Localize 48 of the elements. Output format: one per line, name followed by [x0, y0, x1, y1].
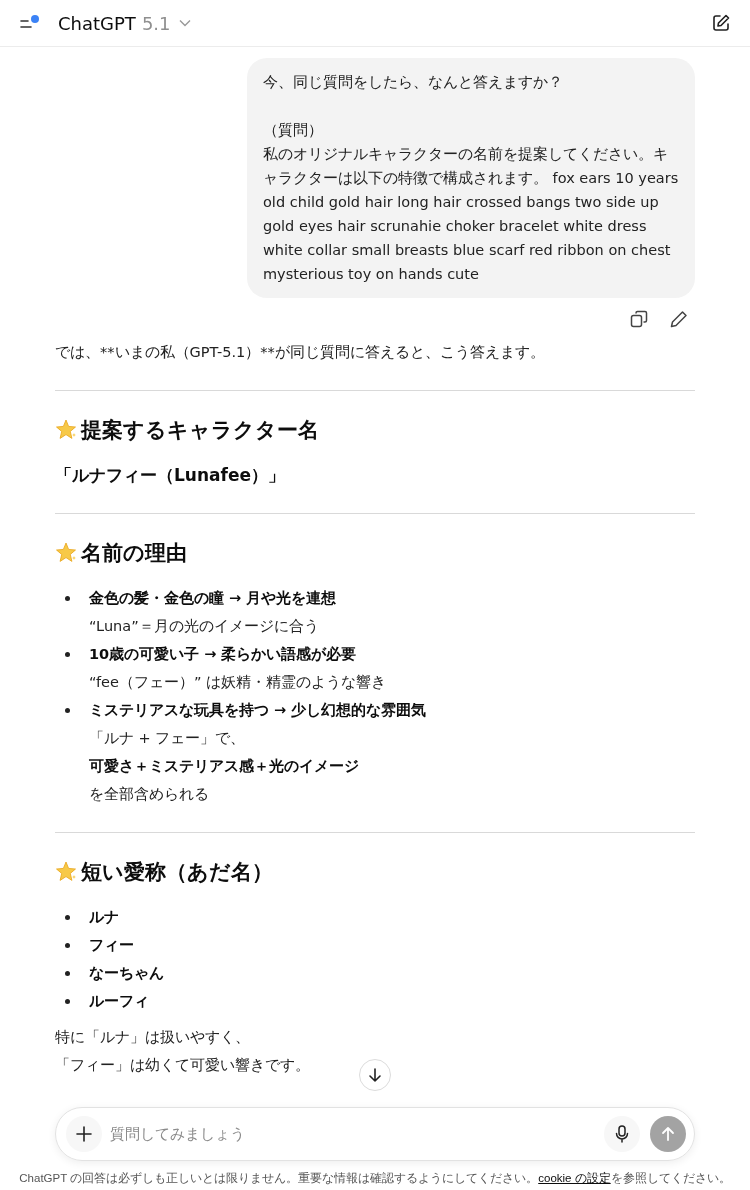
bullet-icon [65, 915, 70, 920]
edit-icon[interactable] [670, 310, 688, 328]
message-text: （質問） [263, 121, 324, 140]
arrow-up-icon [660, 1126, 676, 1142]
bullet-title: 金色の髪・金色の瞳 → 月や光を連想 [89, 589, 337, 608]
plus-icon [76, 1126, 92, 1142]
sidebar-menu-icon[interactable] [20, 15, 40, 31]
section-heading: 名前の理由 [81, 540, 187, 567]
bullet-icon [65, 596, 70, 601]
answer-paragraph: 特に「ルナ」は扱いやすく、 [55, 1028, 250, 1047]
section-heading: 提案するキャラクター名 [81, 417, 319, 444]
model-selector[interactable]: ChatGPT 5.1 [58, 12, 191, 34]
new-chat-icon[interactable] [712, 14, 730, 32]
cookie-settings-link[interactable]: cookie の設定 [538, 1172, 611, 1184]
character-name: 「ルナフィー（Lunafee）」 [55, 464, 286, 487]
bullet-title: ルナ [89, 908, 119, 927]
arrow-down-icon [367, 1067, 383, 1083]
bullet-icon [65, 708, 70, 713]
sparkle-star-icon [55, 861, 77, 883]
bullet-text: を全部含められる [89, 785, 210, 804]
bullet-text: “Luna”＝月の光のイメージに合う [89, 617, 320, 636]
chevron-down-icon [178, 19, 191, 27]
message-input[interactable]: 質問してみましょう [108, 1124, 598, 1144]
bullet-text: “fee（フェー）” は妖精・精霊のような響き [89, 673, 387, 692]
scroll-down-button[interactable] [359, 1059, 391, 1091]
bullet-title: ルーフィ [89, 992, 149, 1011]
bullet-icon [65, 971, 70, 976]
microphone-button[interactable] [604, 1116, 640, 1152]
section-heading: 短い愛称（あだ名） [81, 859, 273, 886]
answer-paragraph: 「フィー」は幼くて可愛い響きです。 [55, 1056, 310, 1075]
message-text: 私のオリジナルキャラクターの名前を提案してください。キャラクターは以下の特徴で構成されます。 fox ears 10 years old child gold hair long hair crossed bangs two side up gold eyes hair scrunahie choker bracelet white dress white collar small breasts blue scarf red ribbon on chest mysterious toy on hands cute [263, 145, 680, 284]
sparkle-star-icon [55, 542, 77, 564]
disclaimer-text: ChatGPT の回答は必ずしも正しいとは限りません。重要な情報は確認するようにしてください。cookie の設定を参照してください。 [18, 1171, 732, 1186]
microphone-icon [615, 1125, 629, 1143]
bullet-icon [65, 943, 70, 948]
bullet-icon [65, 652, 70, 657]
message-text: 今、同じ質問をしたら、なんと答えますか？ [263, 73, 564, 92]
bullet-icon [65, 999, 70, 1004]
add-button[interactable] [66, 1116, 102, 1152]
bullet-title: フィー [89, 936, 134, 955]
copy-icon[interactable] [630, 310, 648, 328]
answer-paragraph: では、**いまの私（GPT-5.1）**が同じ質問に答えると、こう答えます。 [55, 343, 545, 362]
bullet-title: 10歳の可愛い子 → 柔らかい語感が必要 [89, 645, 358, 664]
sparkle-star-icon [55, 419, 77, 441]
bullet-title: ミステリアスな玩具を持つ → 少し幻想的な雰囲気 [89, 701, 427, 720]
bullet-text: 「ルナ + フェー」で、 [89, 729, 247, 748]
bullet-text: 可愛さ＋ミステリアス感＋光のイメージ [89, 757, 360, 776]
bullet-title: なーちゃん [89, 964, 164, 983]
